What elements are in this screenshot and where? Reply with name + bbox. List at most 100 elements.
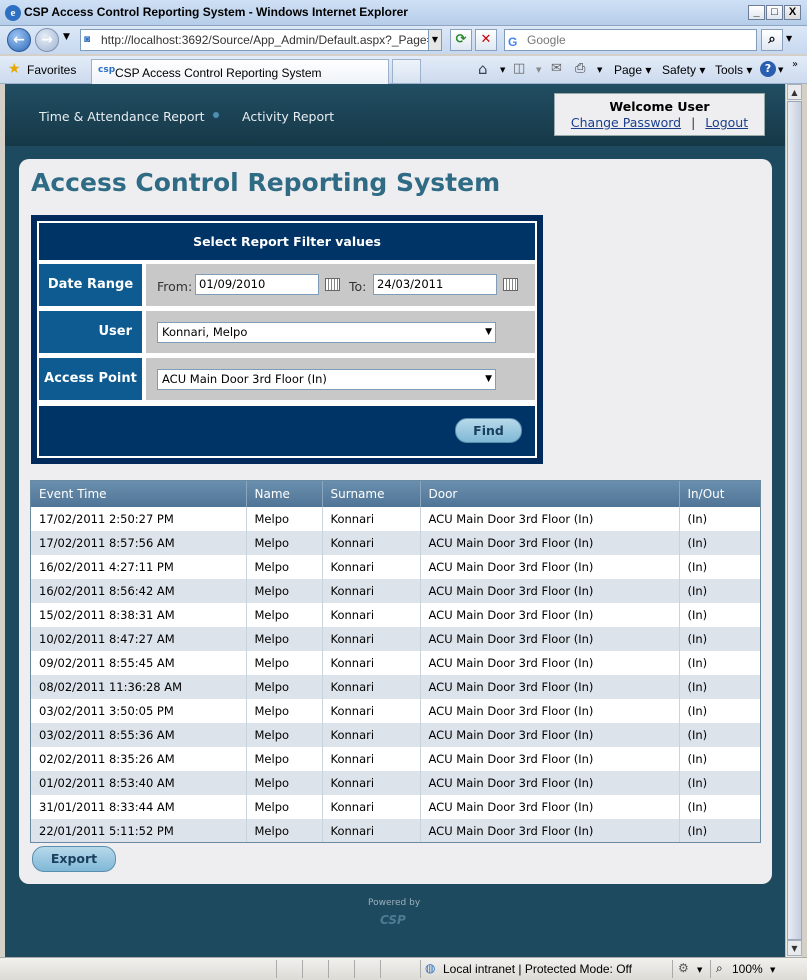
minimize-button[interactable]: _ xyxy=(748,5,765,20)
home-icon[interactable]: ⌂ xyxy=(478,60,488,78)
column-header-name[interactable]: Name xyxy=(246,481,323,507)
table-row[interactable]: 01/02/2011 8:53:40 AM Melpo Konnari ACU Mai… xyxy=(31,771,760,795)
column-header-event-time[interactable]: Event Time xyxy=(31,481,247,507)
stop-icon[interactable]: ✕ xyxy=(475,29,497,51)
tools-menu[interactable]: Tools ▾ xyxy=(715,63,752,77)
table-row[interactable]: 16/02/2011 4:27:11 PM Melpo Konnari ACU Mai… xyxy=(31,555,760,579)
cell-name: Melpo xyxy=(246,819,323,842)
cell-name: Melpo xyxy=(246,747,323,771)
zoom-chevron-icon[interactable]: ▼ xyxy=(770,966,775,974)
cell-door: ACU Main Door 3rd Floor (In) xyxy=(420,771,680,795)
access-point-select[interactable]: ACU Main Door 3rd Floor (In) ▼ xyxy=(157,369,496,390)
cell-door: ACU Main Door 3rd Floor (In) xyxy=(420,651,680,675)
favorites-star-icon[interactable]: ★ xyxy=(8,61,21,77)
cell-in-out: (In) xyxy=(679,795,760,819)
back-button[interactable]: ← xyxy=(7,28,31,52)
page-menu[interactable]: Page ▾ xyxy=(614,63,651,77)
address-dropdown-icon[interactable]: ▼ xyxy=(428,29,442,51)
cell-name: Melpo xyxy=(246,627,323,651)
cell-event-time: 15/02/2011 8:38:31 AM xyxy=(31,603,247,627)
from-label: From: xyxy=(157,279,193,294)
favorites-button[interactable]: Favorites xyxy=(27,63,76,77)
table-row[interactable]: 31/01/2011 8:33:44 AM Melpo Konnari ACU Mai… xyxy=(31,795,760,819)
zoom-level[interactable]: 100% xyxy=(732,962,763,976)
scroll-down-icon[interactable]: ▼ xyxy=(787,940,802,956)
table-row[interactable]: 10/02/2011 8:47:27 AM Melpo Konnari ACU Mai… xyxy=(31,627,760,651)
forward-button[interactable]: → xyxy=(35,28,59,52)
logout-link[interactable]: Logout xyxy=(705,115,748,130)
feeds-chevron-icon[interactable]: ▼ xyxy=(536,66,541,74)
active-tab[interactable]: csp CSP Access Control Reporting System xyxy=(91,59,389,84)
change-password-link[interactable]: Change Password xyxy=(571,115,681,130)
table-row[interactable]: 03/02/2011 8:55:36 AM Melpo Konnari ACU Mai… xyxy=(31,723,760,747)
cell-in-out: (In) xyxy=(679,675,760,699)
recent-pages-chevron-icon[interactable]: ▼ xyxy=(63,32,70,42)
to-date-input[interactable]: 24/03/2011 xyxy=(373,274,497,295)
protected-mode-chevron-icon[interactable]: ▼ xyxy=(697,966,702,974)
help-chevron-icon[interactable]: ▼ xyxy=(778,66,783,74)
maximize-button[interactable]: □ xyxy=(766,5,783,20)
from-calendar-icon[interactable] xyxy=(325,278,340,291)
scrollbar-thumb[interactable] xyxy=(787,101,802,940)
table-row[interactable]: 16/02/2011 8:56:42 AM Melpo Konnari ACU Mai… xyxy=(31,579,760,603)
table-row[interactable]: 08/02/2011 11:36:28 AM Melpo Konnari ACU Ma… xyxy=(31,675,760,699)
mail-icon[interactable]: ✉ xyxy=(551,61,562,76)
tab-title: CSP Access Control Reporting System xyxy=(115,66,322,80)
cell-in-out: (In) xyxy=(679,699,760,723)
address-bar[interactable]: ◙ http://localhost:3692/Source/App_Admin… xyxy=(80,29,432,51)
cell-in-out: (In) xyxy=(679,819,760,842)
print-icon[interactable]: ⎙ xyxy=(575,61,585,76)
access-point-cell: ACU Main Door 3rd Floor (In) ▼ xyxy=(146,358,535,400)
protected-mode-icon[interactable]: ⚙ xyxy=(678,961,689,975)
table-row[interactable]: 22/01/2011 5:11:52 PM Melpo Konnari ACU Mai… xyxy=(31,819,760,842)
from-date-input[interactable]: 01/09/2010 xyxy=(195,274,319,295)
search-input[interactable]: G Google xyxy=(504,29,757,51)
menu-time-attendance-report[interactable]: Time & Attendance Report xyxy=(39,109,205,124)
user-cell: Konnari, Melpo ▼ xyxy=(146,311,535,353)
cell-name: Melpo xyxy=(246,531,323,555)
column-header-in-out[interactable]: In/Out xyxy=(679,481,760,507)
header-row: Event Time Name Surname Door In/Out xyxy=(31,481,760,507)
close-window-button[interactable]: X xyxy=(784,5,801,20)
date-range-label: Date Range xyxy=(39,264,142,306)
search-options-chevron-icon[interactable]: ▼ xyxy=(786,34,792,43)
export-button[interactable]: Export xyxy=(32,846,116,872)
table-row[interactable]: 17/02/2011 8:57:56 AM Melpo Konnari ACU Mai… xyxy=(31,531,760,555)
address-url: http://localhost:3692/Source/App_Admin/D… xyxy=(101,33,432,47)
new-tab-button[interactable] xyxy=(392,59,421,84)
help-icon[interactable]: ? xyxy=(760,61,776,77)
safety-menu[interactable]: Safety ▾ xyxy=(662,63,705,77)
security-zone-text[interactable]: Local intranet | Protected Mode: Off xyxy=(443,962,632,976)
access-point-select-value: ACU Main Door 3rd Floor (In) xyxy=(162,372,327,386)
column-header-surname[interactable]: Surname xyxy=(322,481,421,507)
more-tools-icon[interactable]: » xyxy=(792,59,798,70)
table-row[interactable]: 09/02/2011 8:55:45 AM Melpo Konnari ACU Mai… xyxy=(31,651,760,675)
find-button[interactable]: Find xyxy=(455,418,522,443)
cell-in-out: (In) xyxy=(679,627,760,651)
table-row[interactable]: 17/02/2011 2:50:27 PM Melpo Konnari ACU Mai… xyxy=(31,507,760,531)
feeds-icon[interactable]: ◫ xyxy=(513,61,525,76)
cell-in-out: (In) xyxy=(679,507,760,531)
cell-name: Melpo xyxy=(246,771,323,795)
scroll-up-icon[interactable]: ▲ xyxy=(787,84,802,100)
filter-footer: Find xyxy=(39,406,535,456)
safety-menu-label: Safety xyxy=(662,63,697,77)
user-select[interactable]: Konnari, Melpo ▼ xyxy=(157,322,496,343)
print-chevron-icon[interactable]: ▼ xyxy=(597,66,602,74)
cell-event-time: 31/01/2011 8:33:44 AM xyxy=(31,795,247,819)
status-bar: ◍ Local intranet | Protected Mode: Off ⚙… xyxy=(0,957,807,980)
zoom-icon[interactable]: ⌕ xyxy=(716,961,723,976)
refresh-icon[interactable]: ⟳ xyxy=(450,29,472,51)
table-row[interactable]: 03/02/2011 3:50:05 PM Melpo Konnari ACU Mai… xyxy=(31,699,760,723)
table-row[interactable]: 15/02/2011 8:38:31 AM Melpo Konnari ACU Mai… xyxy=(31,603,760,627)
navigation-bar: ← → ▼ ◙ http://localhost:3692/Source/App… xyxy=(0,26,807,54)
table-row[interactable]: 02/02/2011 8:35:26 AM Melpo Konnari ACU Mai… xyxy=(31,747,760,771)
column-header-door[interactable]: Door xyxy=(420,481,680,507)
to-calendar-icon[interactable] xyxy=(503,278,518,291)
tools-menu-label: Tools xyxy=(715,63,744,77)
home-chevron-icon[interactable]: ▼ xyxy=(500,66,505,74)
cell-surname: Konnari xyxy=(322,555,421,579)
search-icon[interactable]: ⌕ xyxy=(761,29,783,51)
vertical-scrollbar[interactable]: ▲ ▼ xyxy=(785,84,802,957)
menu-activity-report[interactable]: Activity Report xyxy=(242,109,334,124)
